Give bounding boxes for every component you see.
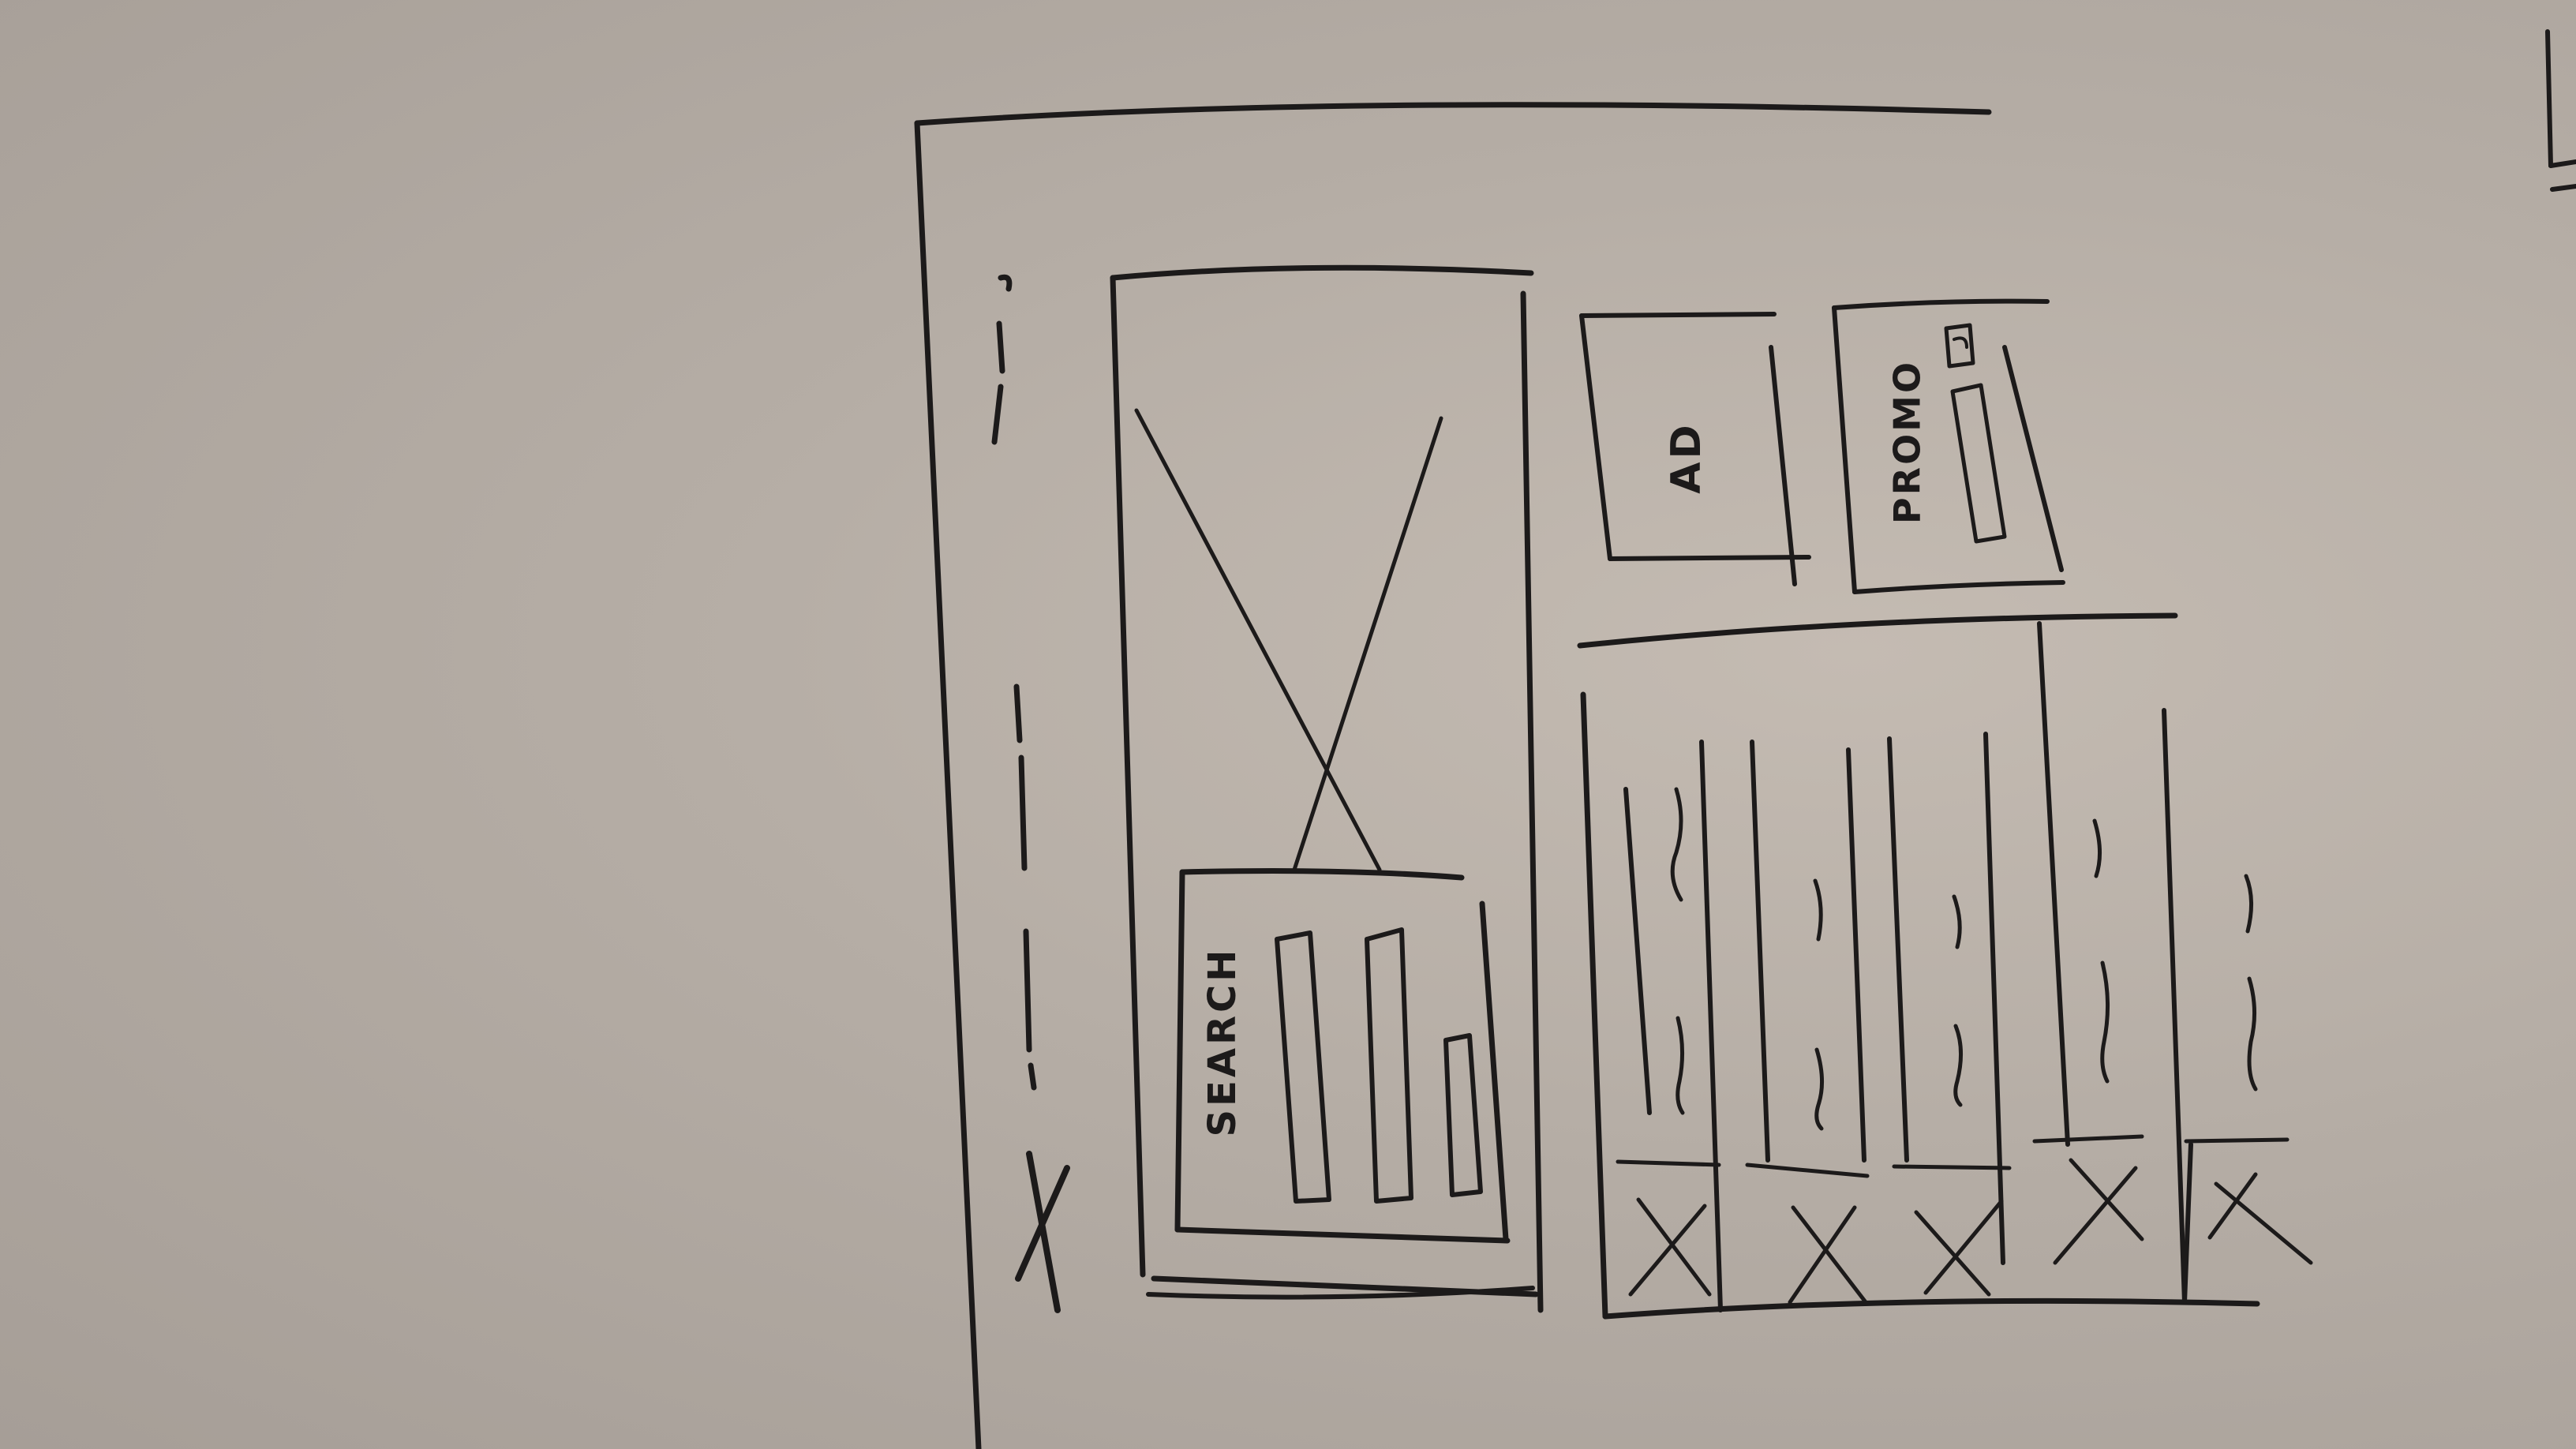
nav-item[interactable] (1028, 1062, 1037, 1091)
image-placeholder-icon (1628, 1197, 1712, 1297)
wireframe-sketch: SEARCH AD PROMO (914, 29, 2576, 1449)
nav-item[interactable] (1023, 928, 1032, 1053)
nav-item[interactable] (998, 274, 1013, 292)
search-label: SEARCH (1200, 947, 1245, 1137)
search-field[interactable] (1365, 927, 1413, 1204)
image-placeholder-icon (2207, 1172, 2313, 1265)
image-placeholder-icon (1788, 1205, 1868, 1305)
results-grid (1577, 612, 2313, 1320)
left-nav-rail (991, 274, 1070, 1313)
promo-box: PROMO (1832, 298, 2065, 594)
nav-item[interactable] (1013, 683, 1023, 743)
image-placeholder-icon (2053, 1158, 2144, 1265)
promo-input[interactable] (1950, 383, 2007, 544)
result-item[interactable] (2207, 874, 2313, 1265)
promo-button[interactable] (1944, 323, 1975, 369)
ad-label: AD (1663, 421, 1710, 493)
ad-box[interactable]: AD (1579, 312, 1811, 586)
search-box: SEARCH (1174, 868, 1511, 1244)
result-item[interactable] (2053, 818, 2144, 1265)
search-field[interactable] (1275, 930, 1331, 1204)
nav-item[interactable] (1018, 754, 1028, 871)
result-item[interactable] (1914, 894, 2004, 1297)
edge-corner-mark (2545, 29, 2576, 192)
image-placeholder-icon (1134, 408, 1443, 872)
nav-item[interactable] (996, 320, 1005, 374)
promo-label: PROMO (1886, 360, 1929, 524)
search-button[interactable] (1443, 1033, 1483, 1197)
image-placeholder-icon (1914, 1199, 2004, 1297)
nav-item[interactable] (991, 384, 1004, 445)
close-icon[interactable] (1015, 1151, 1070, 1313)
